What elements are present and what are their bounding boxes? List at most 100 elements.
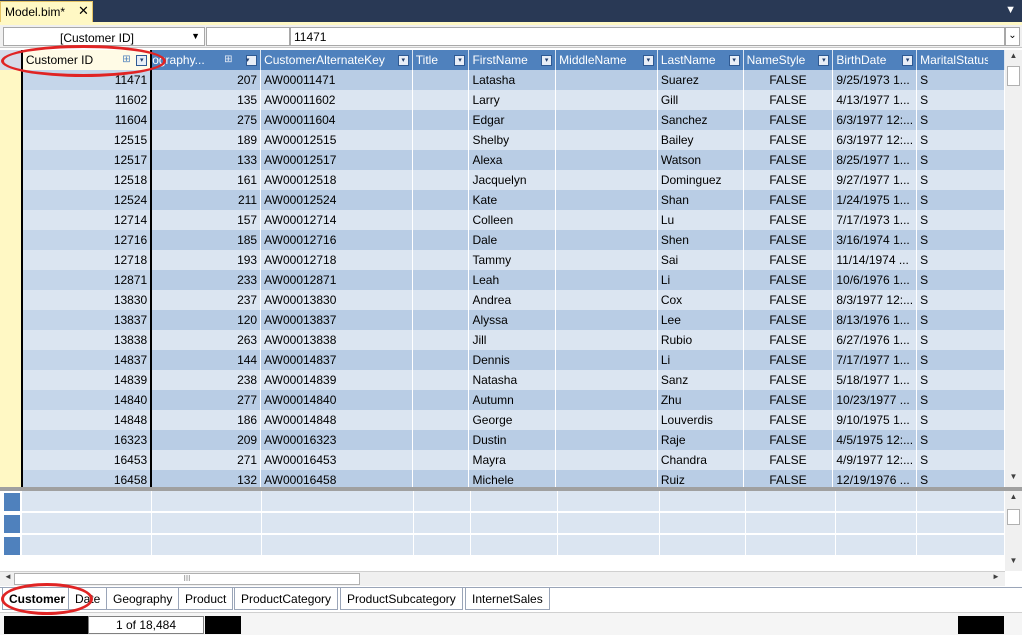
cell-marital-status[interactable]: S [916, 70, 1005, 90]
row-header[interactable] [0, 350, 23, 370]
cell-last-name[interactable]: Dominguez [657, 170, 744, 190]
cell-customer-id[interactable]: 11604 [20, 110, 153, 130]
chevron-down-icon[interactable]: ▼ [191, 31, 200, 41]
filter-dropdown-icon[interactable]: ▾ [246, 55, 258, 66]
cell-customer-id[interactable]: 12714 [20, 210, 153, 230]
cell-title[interactable] [412, 330, 470, 350]
row-header[interactable] [0, 130, 23, 150]
cell-last-name[interactable]: Louverdis [657, 410, 744, 430]
row-header[interactable] [0, 190, 23, 210]
cell-geography-key[interactable]: 209 [151, 430, 262, 450]
measure-cell[interactable] [22, 535, 152, 555]
measure-cell[interactable] [558, 513, 660, 533]
cell-title[interactable] [412, 130, 470, 150]
table-row[interactable]: 12515 189 AW00012515 Shelby Bailey FALSE 6/3/1… [0, 130, 1005, 150]
measure-cell[interactable] [262, 535, 414, 555]
cell-middle-name[interactable] [555, 390, 658, 410]
cell-name-style[interactable]: FALSE [743, 70, 834, 90]
filter-dropdown-icon[interactable]: ▾ [541, 55, 553, 66]
cell-name-style[interactable]: FALSE [743, 290, 834, 310]
cell-title[interactable] [412, 250, 470, 270]
cell-customer-id[interactable]: 12517 [20, 150, 153, 170]
cell-birth-date[interactable]: 12/19/1976 ... [832, 470, 918, 487]
row-header[interactable] [0, 370, 23, 390]
cell-alternate-key[interactable]: AW00014848 [260, 410, 413, 430]
cell-birth-date[interactable]: 7/17/1977 1... [832, 350, 918, 370]
cell-geography-key[interactable]: 189 [151, 130, 262, 150]
table-row[interactable]: 12518 161 AW00012518 Jacquelyn Dominguez FALS… [0, 170, 1005, 190]
measure-cell[interactable] [558, 491, 660, 511]
cell-middle-name[interactable] [555, 410, 658, 430]
cell-first-name[interactable]: Dennis [468, 350, 557, 370]
cell-birth-date[interactable]: 4/13/1977 1... [832, 90, 918, 110]
cell-customer-id[interactable]: 13838 [20, 330, 153, 350]
measure-row-header[interactable] [4, 515, 20, 533]
cell-middle-name[interactable] [555, 450, 658, 470]
cell-alternate-key[interactable]: AW00012524 [260, 190, 413, 210]
cell-alternate-key[interactable]: AW00014837 [260, 350, 413, 370]
cell-name-style[interactable]: FALSE [743, 370, 834, 390]
filter-dropdown-icon[interactable]: ▾ [136, 55, 148, 66]
cell-name-style[interactable]: FALSE [743, 210, 834, 230]
cell-last-name[interactable]: Suarez [657, 70, 744, 90]
cell-middle-name[interactable] [555, 370, 658, 390]
cell-geography-key[interactable]: 120 [151, 310, 262, 330]
row-header[interactable] [0, 90, 23, 110]
cell-name-style[interactable]: FALSE [743, 410, 834, 430]
cell-first-name[interactable]: Jacquelyn [468, 170, 557, 190]
cell-marital-status[interactable]: S [916, 130, 1005, 150]
measure-cell[interactable] [746, 535, 836, 555]
measure-cell[interactable] [836, 513, 917, 533]
cell-birth-date[interactable]: 6/27/1976 1... [832, 330, 918, 350]
row-header[interactable] [0, 470, 23, 487]
cell-geography-key[interactable]: 157 [151, 210, 262, 230]
cell-middle-name[interactable] [555, 170, 658, 190]
cell-name-style[interactable]: FALSE [743, 190, 834, 210]
cell-alternate-key[interactable]: AW00016453 [260, 450, 413, 470]
cell-title[interactable] [412, 410, 470, 430]
cell-geography-key[interactable]: 132 [151, 470, 262, 487]
cell-first-name[interactable]: Tammy [468, 250, 557, 270]
select-all-corner[interactable] [0, 50, 23, 70]
column-header-first-name[interactable]: FirstName ▾ [468, 50, 557, 70]
cell-middle-name[interactable] [555, 430, 658, 450]
measure-cell[interactable] [414, 535, 471, 555]
cell-first-name[interactable]: Kate [468, 190, 557, 210]
cell-name-style[interactable]: FALSE [743, 250, 834, 270]
cell-marital-status[interactable]: S [916, 410, 1005, 430]
cell-title[interactable] [412, 390, 470, 410]
measure-cell[interactable] [152, 491, 262, 511]
cell-first-name[interactable]: Mayra [468, 450, 557, 470]
scroll-down-icon[interactable]: ▼ [1005, 472, 1022, 486]
cell-middle-name[interactable] [555, 210, 658, 230]
table-row[interactable]: 13830 237 AW00013830 Andrea Cox FALSE 8/3/1977… [0, 290, 1005, 310]
cell-birth-date[interactable]: 8/13/1976 1... [832, 310, 918, 330]
cell-geography-key[interactable]: 263 [151, 330, 262, 350]
cell-alternate-key[interactable]: AW00011471 [260, 70, 413, 90]
cell-customer-id[interactable]: 14839 [20, 370, 153, 390]
cell-birth-date[interactable]: 10/23/1977 ... [832, 390, 918, 410]
cell-first-name[interactable]: Alexa [468, 150, 557, 170]
measure-cell[interactable] [471, 491, 558, 511]
filter-dropdown-icon[interactable]: ▾ [642, 55, 654, 66]
cell-customer-id[interactable]: 12518 [20, 170, 153, 190]
cell-birth-date[interactable]: 10/6/1976 1... [832, 270, 918, 290]
cell-last-name[interactable]: Chandra [657, 450, 744, 470]
cell-first-name[interactable]: Edgar [468, 110, 557, 130]
row-header[interactable] [0, 330, 23, 350]
measure-row-header[interactable] [4, 493, 20, 511]
row-header[interactable] [0, 230, 23, 250]
cell-title[interactable] [412, 230, 470, 250]
cell-middle-name[interactable] [555, 190, 658, 210]
cell-last-name[interactable]: Li [657, 270, 744, 290]
cell-alternate-key[interactable]: AW00012718 [260, 250, 413, 270]
measure-grid-vertical-scrollbar[interactable]: ▲ ▼ [1005, 491, 1022, 571]
cell-birth-date[interactable]: 6/3/1977 12:... [832, 130, 918, 150]
document-tab-model-bim[interactable]: Model.bim* ✕ [0, 1, 93, 22]
measure-cell[interactable] [917, 535, 1005, 555]
cell-marital-status[interactable]: S [916, 370, 1005, 390]
cell-alternate-key[interactable]: AW00012714 [260, 210, 413, 230]
column-header-birth-date[interactable]: BirthDate ▾ [832, 50, 918, 70]
cell-birth-date[interactable]: 5/18/1977 1... [832, 370, 918, 390]
cell-first-name[interactable]: Natasha [468, 370, 557, 390]
